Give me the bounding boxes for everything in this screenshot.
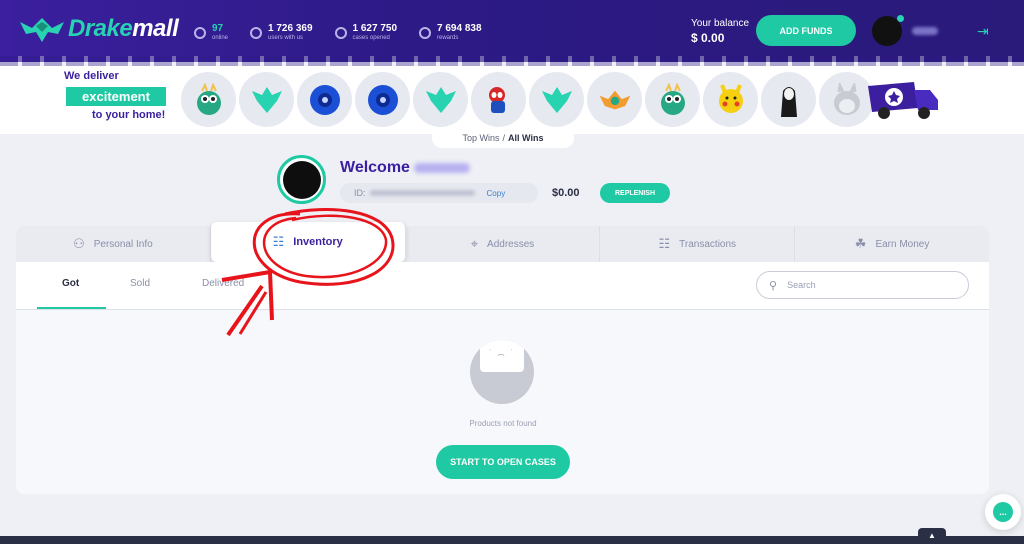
- case-icon: [334, 27, 347, 39]
- win-item-drakemall-logo[interactable]: [587, 72, 642, 127]
- drakemall-logo[interactable]: Drakemall: [18, 14, 179, 44]
- user-icon: [194, 27, 206, 39]
- logout-icon[interactable]: ⇥: [977, 23, 989, 40]
- win-item-box[interactable]: [529, 72, 584, 127]
- promo-banner: We deliver excitement to your home!: [64, 70, 166, 121]
- tab-all-wins[interactable]: All Wins: [508, 133, 543, 143]
- tab-transactions[interactable]: ☷ Transactions: [600, 226, 796, 262]
- account-tabs: ⚇ Personal Info ☷ Inventory ⌖ Addresses ☷ Tr…: [16, 222, 989, 262]
- site-stats: 97 online 1 726 369 users with us 1 627 75…: [194, 24, 482, 42]
- chat-bubble-icon: ...: [993, 502, 1013, 522]
- header-torn-edge: [0, 56, 1024, 66]
- chevron-up-icon[interactable]: ▲: [918, 528, 946, 544]
- win-item-pikachu[interactable]: [703, 72, 758, 127]
- tab-top-wins[interactable]: Top Wins: [463, 133, 500, 143]
- wins-tab-separator: /: [502, 133, 506, 143]
- chat-widget[interactable]: ...: [985, 494, 1021, 530]
- inventory-search[interactable]: ⚲: [756, 271, 969, 299]
- user-icon: ⚇: [73, 236, 85, 251]
- replenish-button[interactable]: REPLENISH: [600, 183, 670, 203]
- stat-users: 1 726 369 users with us: [250, 24, 313, 42]
- stat-online: 97 online: [194, 24, 228, 42]
- empty-state-illustration: ˙ ︵ ˙: [470, 340, 534, 404]
- delivery-van-icon: [868, 82, 938, 119]
- map-pin-icon: ⌖: [470, 236, 479, 251]
- search-input[interactable]: [787, 280, 948, 290]
- tab-inventory[interactable]: ☷ Inventory: [210, 222, 406, 262]
- empty-state-message: Products not found: [469, 419, 537, 428]
- welcome-heading: Welcome: [340, 159, 470, 177]
- win-item-spiderman[interactable]: [471, 72, 526, 127]
- win-item-yoyo[interactable]: [297, 72, 352, 127]
- win-item-yoyo[interactable]: [355, 72, 410, 127]
- transactions-icon: ☷: [658, 236, 671, 251]
- inventory-icon: ☷: [272, 234, 285, 249]
- wins-list: [181, 72, 874, 127]
- win-item-dragon[interactable]: [645, 72, 700, 127]
- user-id-blurred: [369, 190, 475, 196]
- tab-addresses[interactable]: ⌖ Addresses: [406, 226, 601, 262]
- bottom-bar: [0, 536, 1024, 544]
- stat-rewards: 7 694 838 rewards: [419, 24, 482, 42]
- tab-personal-info[interactable]: ⚇ Personal Info: [16, 226, 211, 262]
- win-item-box[interactable]: [239, 72, 294, 127]
- wins-ticker: We deliver excitement to your home!: [0, 66, 1024, 134]
- win-item-dragon[interactable]: [181, 72, 236, 127]
- subtab-delivered[interactable]: Delivered: [202, 278, 244, 289]
- wins-toggle: Top Wins / All Wins: [432, 128, 574, 148]
- active-subtab-underline: [37, 307, 106, 309]
- user-id-field: ID: Copy: [340, 183, 538, 203]
- win-item-box[interactable]: [413, 72, 468, 127]
- tab-earn-money[interactable]: ☘ Earn Money: [795, 226, 989, 262]
- start-open-cases-button[interactable]: START TO OPEN CASES: [436, 445, 570, 479]
- add-funds-button[interactable]: ADD FUNDS: [756, 15, 856, 46]
- profile-avatar[interactable]: [277, 155, 326, 204]
- handshake-icon: ☘: [854, 236, 867, 251]
- username-blurred: [413, 162, 470, 173]
- search-icon: ⚲: [769, 279, 778, 292]
- header-balance: Your balance $ 0.00: [691, 18, 750, 45]
- header-username-blurred[interactable]: [912, 27, 938, 35]
- copy-id-button[interactable]: Copy: [487, 189, 506, 198]
- stat-cases: 1 627 750 cases opened: [334, 24, 397, 42]
- dollar-icon: [419, 27, 432, 39]
- dragon-logo-icon: [20, 18, 64, 42]
- profile-balance: $0.00: [552, 187, 580, 199]
- logo-text: Drakemall: [68, 15, 179, 42]
- win-item-no-face[interactable]: [761, 72, 816, 127]
- top-header: Drakemall 97 online 1 726 369 users with u…: [0, 0, 1024, 62]
- subtab-sold[interactable]: Sold: [130, 278, 150, 289]
- header-avatar[interactable]: [870, 14, 904, 48]
- subtab-got[interactable]: Got: [62, 278, 79, 289]
- users-icon: [250, 27, 263, 39]
